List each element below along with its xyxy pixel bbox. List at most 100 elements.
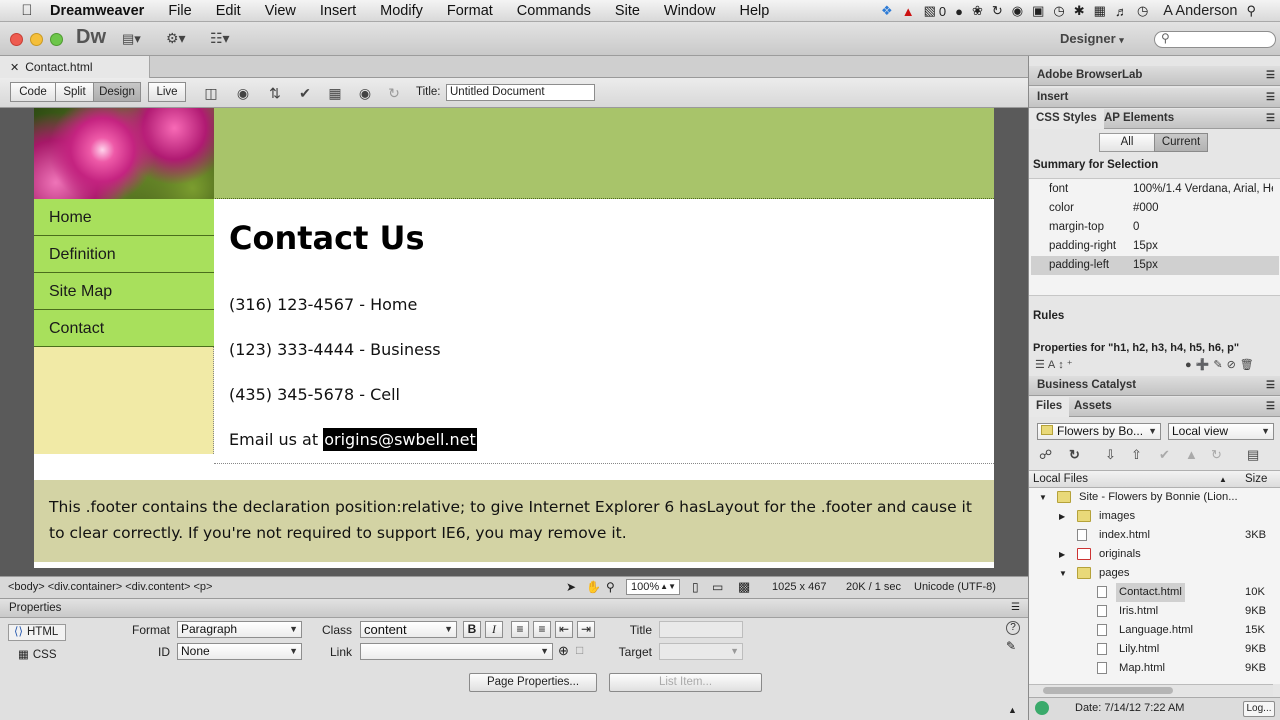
current-mode-button[interactable]: Current (1154, 133, 1208, 152)
site-select[interactable]: Flowers by Bo... ▼ (1037, 423, 1161, 440)
sync-icon[interactable]: ↻ (992, 3, 1003, 19)
file-tree-scrollbar[interactable] (1029, 684, 1273, 696)
hand-tool-icon[interactable]: ✋ (586, 577, 601, 597)
italic-button[interactable]: I (485, 621, 503, 638)
refresh-icon[interactable]: ↻ (385, 84, 403, 102)
code-view-button[interactable]: Code (10, 82, 56, 102)
phone-home[interactable]: (316) 123-4567 - Home (229, 295, 417, 314)
business-catalyst-header[interactable]: Business Catalyst ☰ (1029, 376, 1280, 396)
workspace-switcher[interactable]: Designer ▾ (1060, 31, 1124, 46)
tree-toggle-icon[interactable]: ▶ (1059, 545, 1065, 564)
delete-rule-icon[interactable]: 🗑 (1240, 359, 1258, 371)
all-mode-button[interactable]: All (1099, 133, 1155, 152)
user-name[interactable]: A Anderson (1163, 3, 1237, 19)
phone-cell[interactable]: (435) 345-5678 - Cell (229, 385, 400, 404)
preview-browser-icon[interactable]: ◉ (234, 84, 252, 102)
menu-modify[interactable]: Modify (368, 3, 435, 19)
tab-files[interactable]: Files (1029, 397, 1070, 417)
zoom-tool-icon[interactable]: ⚲ (606, 577, 615, 597)
menu-file[interactable]: File (156, 3, 203, 19)
keyboard-icon[interactable]: ▦ (1094, 3, 1106, 19)
email-line[interactable]: Email us at origins@swbell.net (229, 428, 477, 451)
file-tree-row[interactable]: Lily.html 9KB (1031, 640, 1266, 659)
quick-tag-editor-icon[interactable]: ✎ (1006, 639, 1016, 653)
put-files-icon[interactable]: ⇧ (1131, 447, 1142, 463)
css-prop-row[interactable]: padding-left 15px (1031, 256, 1279, 275)
menu-view[interactable]: View (253, 3, 308, 19)
time-machine-icon[interactable]: ◷ (1053, 3, 1064, 19)
document-tab[interactable]: ✕Contact.html (XHTML)* (0, 56, 150, 97)
outdent-icon[interactable]: ⇤ (555, 621, 573, 638)
check-in-icon[interactable]: ▲ (1185, 447, 1198, 462)
css-prop-row[interactable]: margin-top 0 (1031, 218, 1279, 237)
log-button[interactable]: Log... (1243, 701, 1275, 717)
design-view-button[interactable]: Design (93, 82, 141, 102)
indent-icon[interactable]: ⇥ (577, 621, 595, 638)
browse-folder-icon[interactable]: □ (576, 643, 583, 657)
disable-rule-icon[interactable]: ⊘ (1227, 359, 1240, 371)
select-tool-icon[interactable]: ➤ (566, 577, 576, 597)
link-input[interactable]: ▼ (360, 643, 553, 660)
tree-toggle-icon[interactable]: ▼ (1039, 488, 1047, 507)
help-icon[interactable]: ? (1006, 621, 1020, 635)
css-mode-button[interactable]: ▦ CSS (18, 647, 57, 661)
document-title-input[interactable]: Untitled Document (446, 84, 595, 101)
panel-menu-icon[interactable]: ☰ (1266, 66, 1275, 85)
file-tree-row[interactable]: ▼ pages (1031, 564, 1265, 583)
clock-icon[interactable]: ◷ (1137, 3, 1148, 19)
local-files-column[interactable]: Local Files (1033, 471, 1088, 488)
rules-heading[interactable]: Rules (1033, 310, 1064, 322)
spotlight-icon[interactable]: ⚲ (1246, 3, 1256, 19)
desktop-size-icon[interactable]: ▩ (738, 577, 750, 597)
menu-insert[interactable]: Insert (308, 3, 368, 19)
css-prop-row[interactable]: font 100%/1.4 Verdana, Arial, He... (1031, 180, 1279, 199)
sync-icon[interactable]: ↻ (1211, 447, 1222, 463)
list-item-button[interactable]: List Item... (609, 673, 762, 692)
drive-icon[interactable]: ▧ (924, 3, 936, 19)
panel-menu-icon[interactable]: ☰ (1266, 376, 1275, 395)
category-view-icon[interactable]: ☰ (1035, 359, 1048, 371)
page-properties-button[interactable]: Page Properties... (469, 673, 597, 692)
file-tree-row[interactable]: index.html 3KB (1031, 526, 1266, 545)
paw-icon[interactable]: ❀ (972, 3, 983, 19)
menu-commands[interactable]: Commands (505, 3, 603, 19)
file-tree-row[interactable]: Iris.html 9KB (1031, 602, 1266, 621)
expand-panel-icon[interactable]: ▤ (1247, 447, 1259, 463)
insert-panel-header[interactable]: Insert ☰ (1029, 88, 1280, 108)
panel-menu-icon[interactable]: ☰ (1266, 397, 1275, 416)
file-tree-row[interactable]: Language.html 15K (1031, 621, 1265, 640)
page-heading[interactable]: Contact Us (229, 219, 425, 257)
layout-menu-icon[interactable]: ▤▾ (122, 31, 141, 47)
split-view-button[interactable]: Split (55, 82, 94, 102)
close-tab-icon[interactable]: ✕ (10, 62, 19, 74)
nav-item-definition[interactable]: Definition (34, 236, 214, 273)
menu-help[interactable]: Help (728, 3, 782, 19)
set-props-icon[interactable]: ⁺ (1067, 359, 1076, 371)
dropbox-icon[interactable]: ❖ (881, 3, 893, 19)
zoom-select[interactable]: 100% ▲▼ (626, 579, 680, 595)
new-rule-icon[interactable]: ➕ (1196, 359, 1214, 371)
page-footer[interactable]: This .footer contains the declaration po… (34, 480, 994, 562)
browserlab-panel-header[interactable]: Adobe BrowserLab ☰ (1029, 66, 1280, 86)
close-window-button[interactable] (10, 33, 23, 46)
nav-item-home[interactable]: Home (34, 199, 214, 236)
target-select[interactable]: ▼ (659, 643, 743, 660)
email-link-selected[interactable]: origins@swbell.net (323, 428, 477, 451)
scroll-thumb[interactable] (1043, 687, 1173, 694)
display-icon[interactable]: ▣ (1032, 3, 1044, 19)
check-browser-icon[interactable]: ◉ (356, 84, 374, 102)
ordered-list-icon[interactable]: ≡ (533, 621, 551, 638)
attach-style-icon[interactable]: ● (1185, 359, 1196, 371)
unordered-list-icon[interactable]: ≡ (511, 621, 529, 638)
edit-rule-icon[interactable]: ✎ (1213, 359, 1226, 371)
check-out-icon[interactable]: ✔ (1159, 447, 1170, 463)
menu-app-name[interactable]: Dreamweaver (38, 3, 156, 19)
file-tree-row[interactable]: ▶ images (1031, 507, 1265, 526)
css-prop-row[interactable]: padding-right 15px (1031, 237, 1279, 256)
live-view-button[interactable]: Live (148, 82, 186, 102)
class-select[interactable]: content ▼ (360, 621, 457, 638)
tab-ap-elements[interactable]: AP Elements (1097, 109, 1181, 129)
menu-site[interactable]: Site (603, 3, 652, 19)
collapse-icon[interactable]: ▲ (1008, 705, 1017, 715)
panel-menu-icon[interactable]: ☰ (1011, 599, 1020, 617)
